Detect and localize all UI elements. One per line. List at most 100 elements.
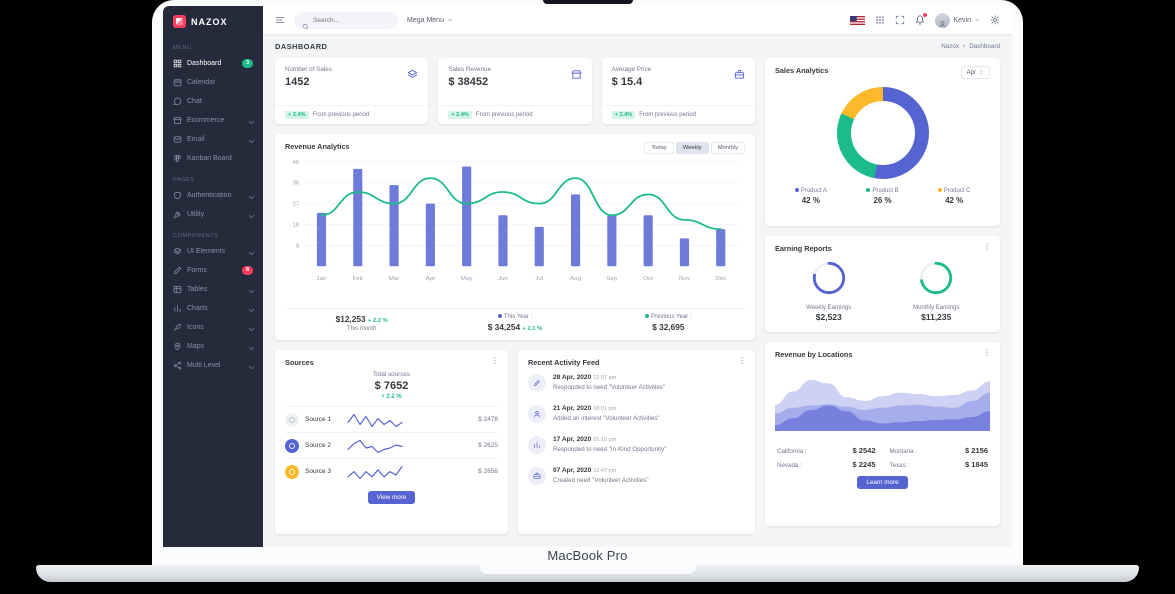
previous-year-value: $ 32,695 [592,322,745,332]
activity-item: 28 Apr, 202012:07 am Responded to need "… [528,374,745,405]
sidebar-item-icons[interactable]: Icons [163,318,263,337]
sidebar-item-tables[interactable]: Tables [163,280,263,299]
chevron-down-icon [247,306,253,312]
weekly-earnings-radial-chart [810,259,848,297]
previous-year-dot [645,314,649,318]
sidebar-item-chat[interactable]: Chat [163,92,263,111]
bar-chart-icon [173,304,182,313]
range-weekly-button[interactable]: Weekly [676,142,709,154]
source-2-icon [285,439,299,453]
notifications-button[interactable] [915,15,925,25]
chevron-down-icon [247,287,253,293]
range-today-button[interactable]: Today [644,142,673,154]
source-row-3[interactable]: Source 3 $ 2856 [285,458,498,484]
sidebar-item-utility[interactable]: Utility [163,205,263,224]
tools-icon [173,210,182,219]
shield-icon [173,191,182,200]
topbar: Mega Menu Kevin [263,6,1012,34]
apps-grid-icon[interactable] [875,15,885,25]
sidebar-item-authentication[interactable]: Authentication [163,186,263,205]
user-menu[interactable]: Kevin [935,13,980,28]
svg-text:Apr: Apr [426,276,435,282]
table-icon [173,285,182,294]
bar-chart-icon [528,436,546,454]
notification-dot [923,13,927,17]
svg-text:Aug: Aug [570,276,581,282]
sidebar-item-kanban-board[interactable]: Kanban Board [163,149,263,168]
gear-icon[interactable] [990,15,1000,25]
chevron-down-icon [247,193,253,199]
page-content: DASHBOARD Nazox › Dashboard Numbe [263,34,1012,547]
source-row-1[interactable]: Source 1 $ 2478 [285,406,498,432]
sources-card: Sources ⋮ Total sources $ 7652 + 2.2 % [275,350,508,534]
sidebar-item-forms[interactable]: Forms 8 [163,261,263,280]
breadcrumb-current: Dashboard [969,43,1000,50]
revenue-this-year-stat: This Year : $ 34,254 + 2.1 % [438,314,591,332]
kanban-icon [173,154,182,163]
this-year-dot [498,314,502,318]
activity-date: 21 Apr, 2020 [553,405,591,412]
sidebar-item-maps[interactable]: Maps [163,337,263,356]
fullscreen-icon[interactable] [895,15,905,25]
dashboard-badge: 3 [242,59,253,68]
stat-title: Number of Sales [285,66,418,73]
page-title: DASHBOARD [275,42,327,51]
search-input[interactable] [313,17,390,24]
chevron-down-icon [247,363,253,369]
breadcrumb-root[interactable]: Nazox [941,43,959,50]
breadcrumb-separator: › [963,43,965,50]
logo[interactable]: NAZOX [163,6,263,36]
svg-text:Jan: Jan [317,276,327,282]
earning-reports-card: Earning Reports ⋮ Weekly Earnings $2,523 [765,236,1000,332]
card-title: Sources [285,358,498,367]
source-name: Source 2 [305,442,341,449]
activity-time: 08:01 pm [593,406,616,412]
period-select-value: Apr [967,70,976,76]
laptop-base-lip [479,565,697,574]
delta-badge: + 2.4% [448,111,472,119]
sidebar-item-label: Icons [187,324,204,331]
hamburger-menu-icon[interactable] [275,15,285,25]
learn-more-button[interactable]: Learn more [857,476,907,489]
source-1-icon [285,413,299,427]
activity-text: Responded to need "In-Kind Opportunity" [553,446,666,453]
forms-badge: 8 [242,266,253,275]
range-monthly-button[interactable]: Monthly [711,142,745,154]
more-menu-icon[interactable]: ⋮ [491,357,499,365]
revenue-month-stat: $12,253 + 2.2 % This month [285,314,438,332]
location-label: California : [777,448,807,455]
source-name: Source 1 [305,416,341,423]
revenue-analytics-chart: 918273645JanFebMarAprMayJunJulAugSepOctN… [285,156,745,282]
sidebar-item-ecommerce[interactable]: Ecommerce [163,111,263,130]
location-value: $ 2245 [853,460,876,469]
view-more-button[interactable]: View more [368,491,416,504]
more-menu-icon[interactable]: ⋮ [738,357,746,365]
sidebar-item-calendar[interactable]: Calendar [163,73,263,92]
location-label: Nevada : [777,462,802,469]
sidebar-item-email[interactable]: Email [163,130,263,149]
app-window: NAZOX MENU Dashboard 3 Calendar Chat [163,6,1012,547]
sales-analytics-card: Sales Analytics Apr [765,58,1000,226]
sidebar-item-multi-level[interactable]: Multi Level [163,356,263,375]
sidebar-item-dashboard[interactable]: Dashboard 3 [163,54,263,73]
sidebar-item-ui-elements[interactable]: UI Elements [163,242,263,261]
sidebar-item-label: Tables [187,286,207,293]
mega-menu-button[interactable]: Mega Menu [407,17,453,24]
stat-title: Average Price [612,66,745,73]
pencil-icon [173,266,182,275]
language-flag-icon[interactable] [850,16,865,25]
period-select[interactable]: Apr [961,66,990,79]
more-menu-icon[interactable]: ⋮ [983,243,991,251]
more-menu-icon[interactable]: ⋮ [983,349,991,357]
card-title: Recent Activity Feed [528,358,745,367]
feather-icon [173,323,182,332]
search-box[interactable] [294,12,398,29]
sidebar-item-label: Multi Level [187,362,220,369]
sidebar-item-charts[interactable]: Charts [163,299,263,318]
logo-text: NAZOX [191,17,228,27]
svg-text:Mar: Mar [389,276,400,282]
svg-text:Jun: Jun [498,276,508,282]
source-row-2[interactable]: Source 2 $ 2625 [285,432,498,458]
sidebar-item-label: Maps [187,343,204,350]
briefcase-icon [734,67,745,78]
